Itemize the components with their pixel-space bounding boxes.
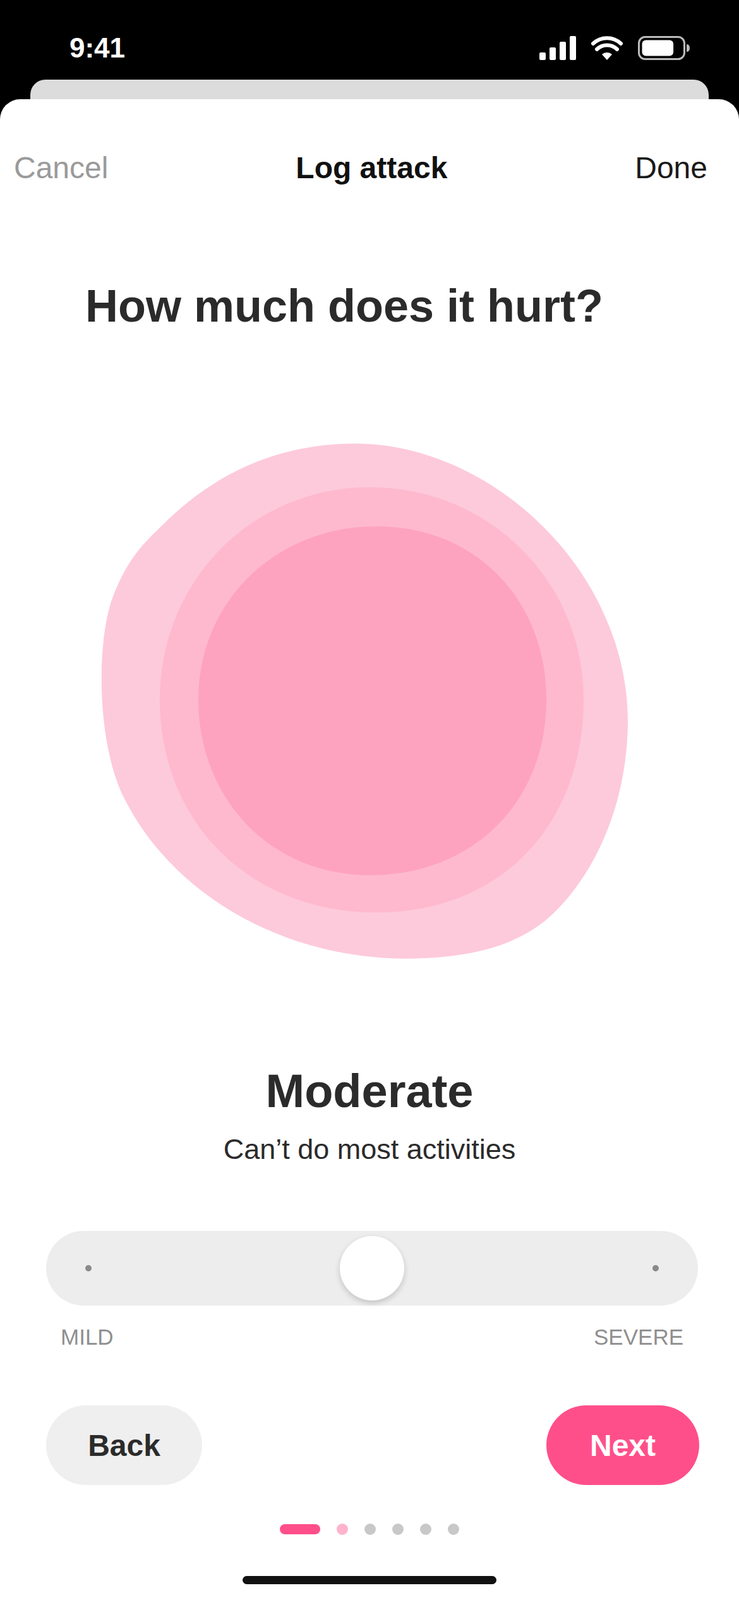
wifi-icon (591, 36, 623, 61)
nav-bar: Cancel Log attack Done (0, 99, 739, 187)
severity-slider[interactable] (46, 1230, 698, 1305)
status-bar: 9:41 (0, 0, 739, 80)
log-attack-sheet: Cancel Log attack Done How much does it hur… (0, 99, 739, 1600)
page-dot (447, 1522, 460, 1535)
slider-min-dot (85, 1264, 92, 1271)
status-icons (539, 36, 690, 61)
signal-icon (539, 36, 577, 61)
status-time: 9:41 (69, 31, 126, 65)
severity-label: Moderate (0, 1063, 739, 1119)
page-dot (364, 1522, 376, 1535)
home-indicator (242, 1575, 497, 1584)
page-dot (392, 1522, 404, 1535)
done-button[interactable]: Done (634, 149, 708, 187)
max-label: SEVERE (593, 1323, 684, 1350)
min-label: MILD (60, 1323, 114, 1350)
slider-labels: MILD SEVERE (0, 1323, 739, 1350)
next-button[interactable]: Next (546, 1404, 700, 1485)
page-indicator (0, 1522, 739, 1535)
slider-max-dot (652, 1264, 659, 1271)
back-button[interactable]: Back (46, 1404, 203, 1485)
battery-icon (637, 36, 690, 61)
screen: 9:41 Cancel Log attack Done How much does it… (0, 0, 739, 1600)
page-dot (336, 1522, 349, 1535)
button-row: Back Next (0, 1404, 739, 1485)
pain-visual (0, 443, 739, 959)
slider-thumb[interactable] (339, 1235, 405, 1300)
cancel-button[interactable]: Cancel (13, 149, 109, 187)
page-dot (279, 1523, 321, 1534)
severity-description: Can’t do most activities (0, 1131, 739, 1167)
background-sheet (30, 79, 709, 100)
question-title: How much does it hurt? (0, 277, 739, 334)
page-dot (420, 1522, 432, 1535)
nav-title: Log attack (295, 149, 448, 187)
pain-blob-icon (98, 443, 630, 959)
